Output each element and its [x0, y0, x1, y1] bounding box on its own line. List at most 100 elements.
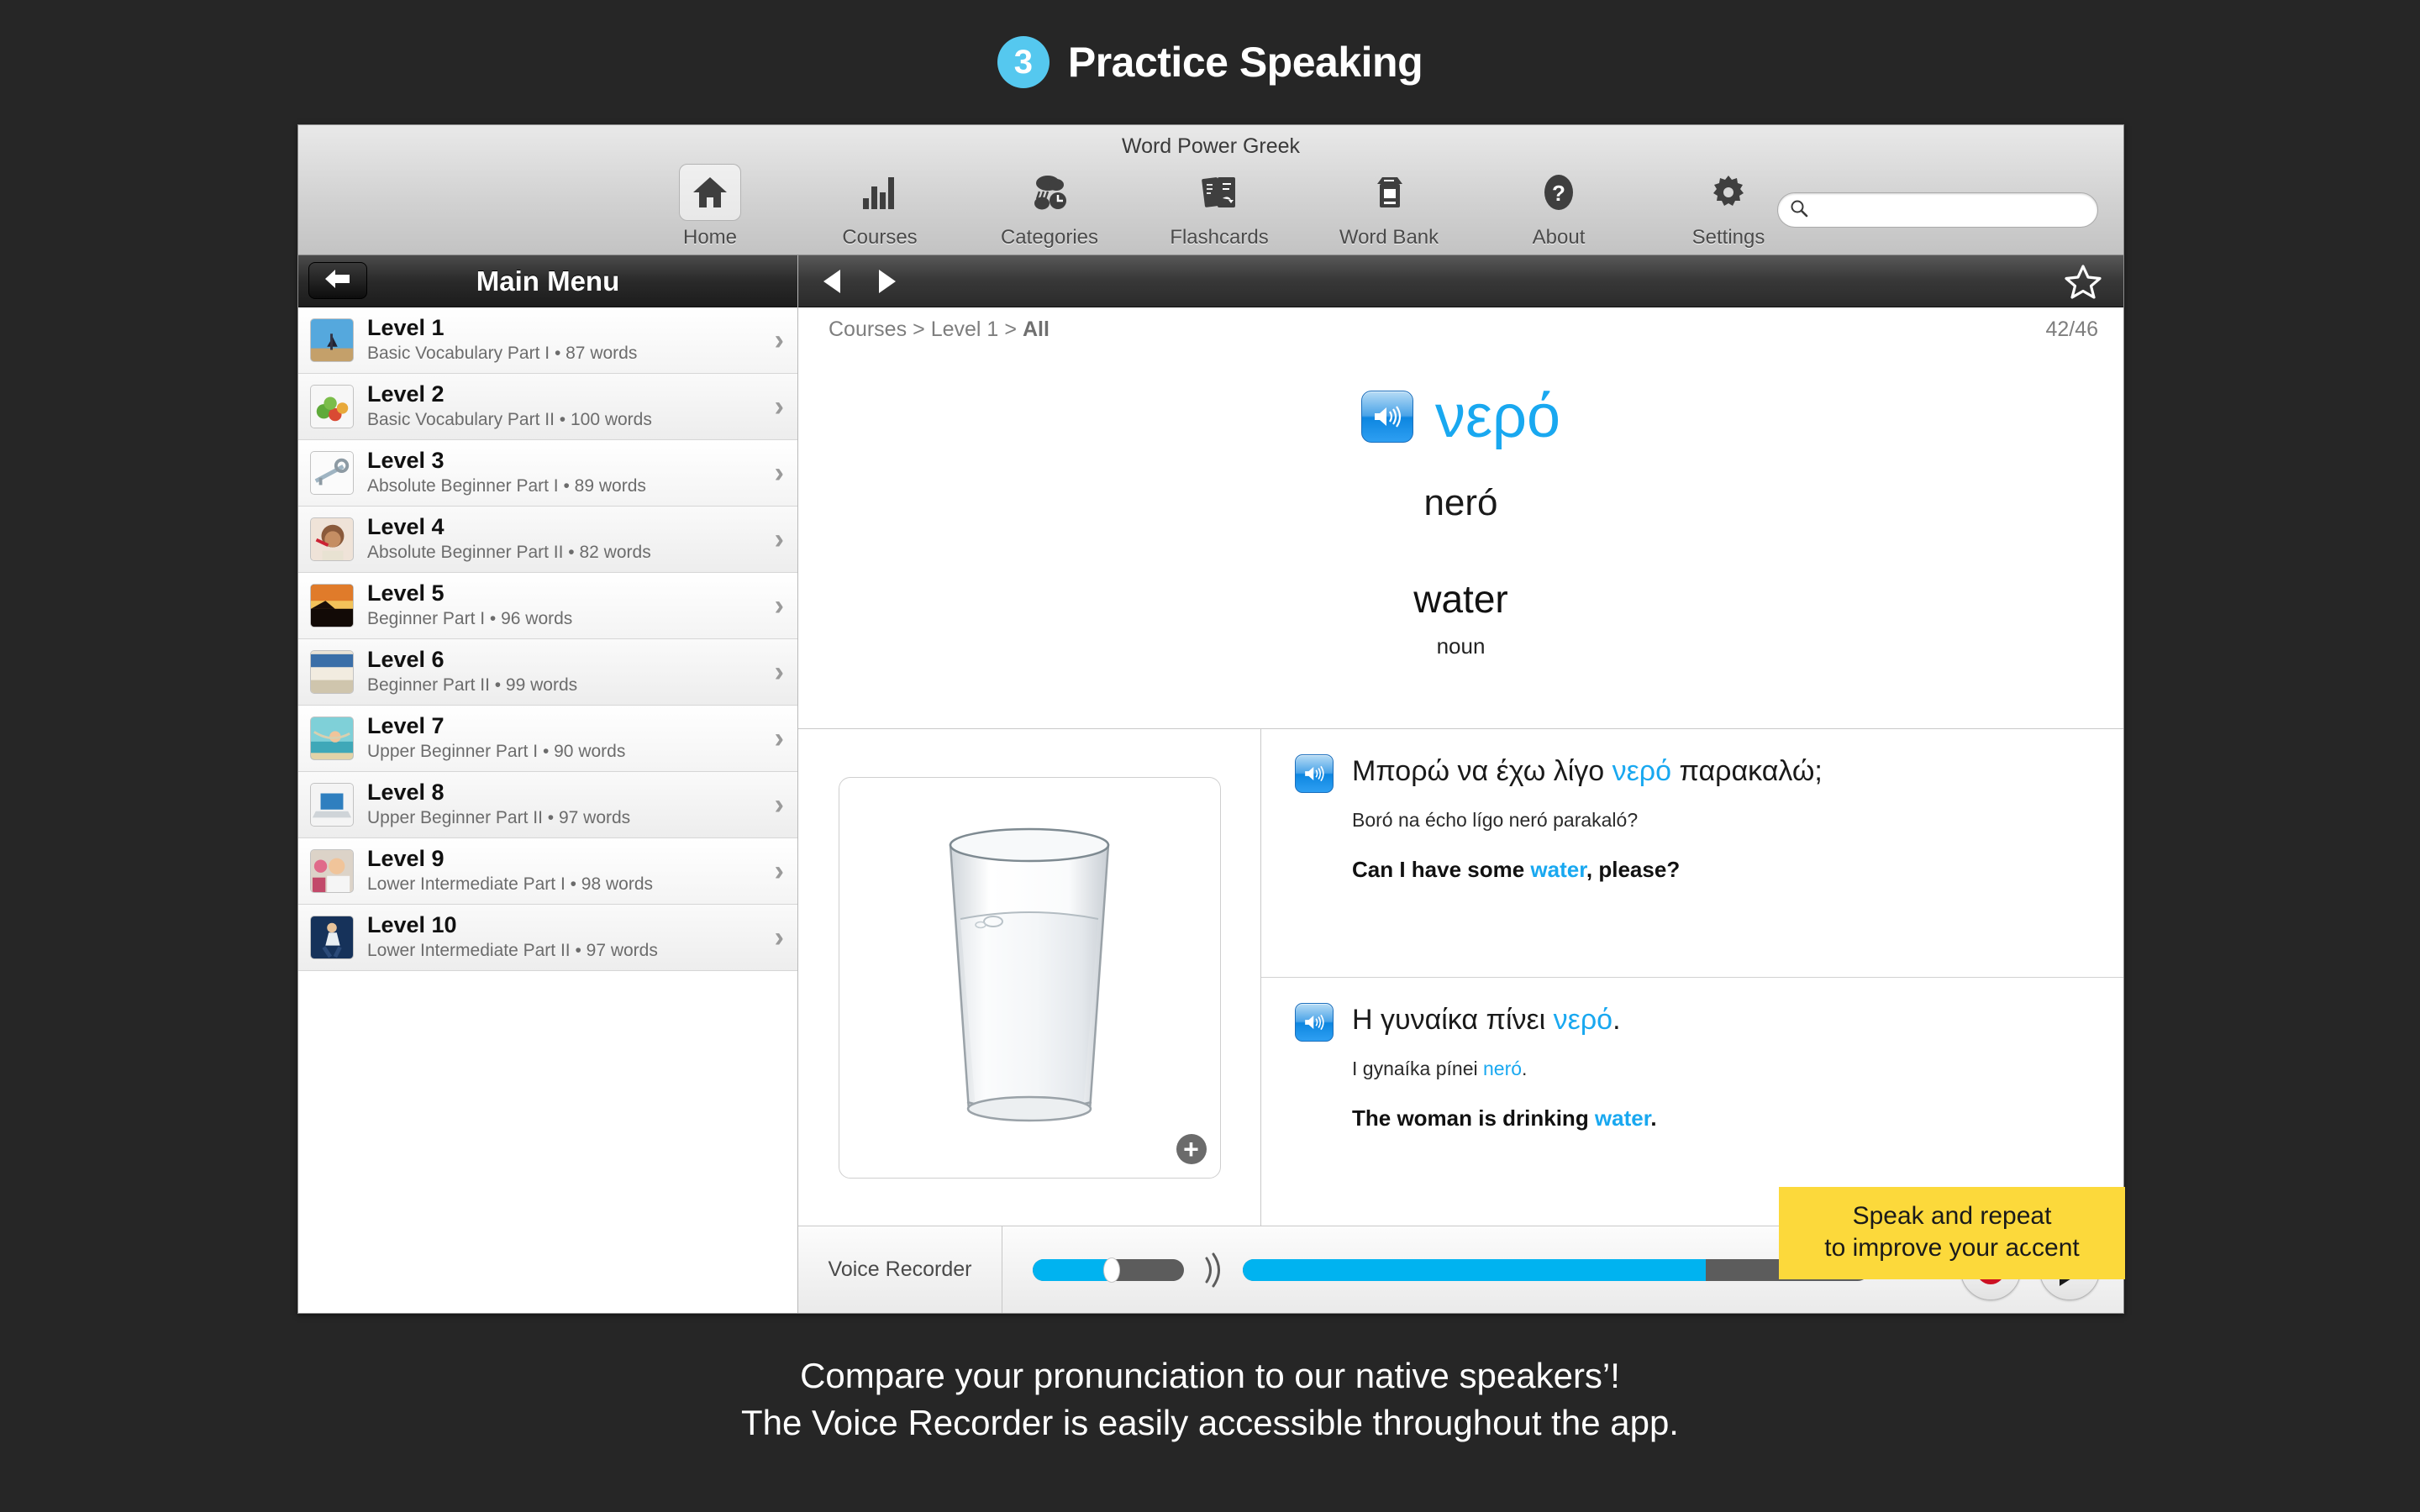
app-window: Word Power Greek Home Courses Categories…: [297, 124, 2125, 1314]
lower-region: + Μπορώ να έχω λίγο νερό παρακαλώ; Boró …: [798, 729, 2125, 1279]
star-outline-icon[interactable]: [2065, 264, 2102, 299]
search-input[interactable]: [1815, 199, 2086, 221]
level-subtitle: Basic Vocabulary Part I • 87 words: [367, 343, 638, 363]
back-arrow-icon: [324, 268, 352, 294]
volume-knob[interactable]: [1102, 1257, 1120, 1283]
breadcrumb: Courses > Level 1 > All 42/46: [798, 307, 2123, 351]
speaker-icon[interactable]: [1360, 391, 1413, 443]
breadcrumb-level[interactable]: Level 1: [931, 318, 999, 341]
toolbar-label-categories: Categories: [1000, 226, 1099, 249]
app-toolbar: Word Power Greek Home Courses Categories…: [298, 125, 2123, 255]
bottom-caption: Compare your pronunciation to our native…: [0, 1352, 2420, 1446]
toolbar-item-categories[interactable]: Categories: [991, 164, 1108, 249]
toolbar-item-settings[interactable]: Settings: [1670, 164, 1787, 249]
level-thumbnail: [310, 849, 354, 893]
back-button[interactable]: [308, 262, 367, 299]
sidebar-item-level-2[interactable]: Level 2 Basic Vocabulary Part II • 100 w…: [298, 374, 797, 440]
level-text: Level 10 Lower Intermediate Part II • 97…: [367, 912, 761, 962]
toolbar-item-flashcards[interactable]: Flashcards: [1160, 164, 1278, 249]
weather-icon: [1018, 164, 1081, 221]
toolbar-label-about: About: [1532, 226, 1586, 249]
speaker-icon[interactable]: [1295, 1003, 1334, 1042]
bar-chart-icon: [849, 164, 911, 221]
search-box[interactable]: [1777, 192, 2098, 228]
level-name: Level 4: [367, 514, 445, 540]
level-list: Level 1 Basic Vocabulary Part I • 87 wor…: [298, 307, 797, 1313]
volume-slider[interactable]: [1033, 1257, 1184, 1283]
sidebar-item-level-7[interactable]: Level 7 Upper Beginner Part I • 90 words…: [298, 706, 797, 772]
chevron-right-icon: ›: [774, 722, 784, 754]
playback-progress-slider[interactable]: [1243, 1258, 1869, 1281]
chevron-right-icon: ›: [774, 391, 784, 423]
chevron-right-icon: ›: [774, 457, 784, 489]
word-greek: νερό: [1434, 383, 1561, 450]
gear-icon: [1697, 164, 1760, 221]
word-image-frame[interactable]: +: [838, 776, 1221, 1179]
sidebar-item-level-3[interactable]: Level 3 Absolute Beginner Part I • 89 wo…: [298, 440, 797, 507]
breadcrumb-courses[interactable]: Courses: [829, 318, 907, 341]
sidebar-item-level-9[interactable]: Level 9 Lower Intermediate Part I • 98 w…: [298, 838, 797, 905]
sound-waves-icon: [1202, 1252, 1224, 1289]
example-sentences: Μπορώ να έχω λίγο νερό παρακαλώ; Boró na…: [1261, 729, 2125, 1279]
sentence-greek: Μπορώ να έχω λίγο νερό παρακαλώ;: [1352, 754, 2095, 789]
callout-tooltip: Speak and repeat to improve your accent: [1779, 1187, 2125, 1279]
example-sentence-2: Η γυναίκα πίνει νερό. I gynaíka pínei ne…: [1261, 977, 2125, 1279]
chevron-right-icon: ›: [774, 789, 784, 821]
plus-circle-icon[interactable]: +: [1176, 1133, 1207, 1164]
greek-pre: Μπορώ να έχω λίγο: [1352, 755, 1612, 787]
sentence-text: Μπορώ να έχω λίγο νερό παρακαλώ; Boró na…: [1352, 754, 2095, 977]
sentence-romanization: I gynaíka pínei neró.: [1352, 1058, 2095, 1080]
sidebar-item-level-6[interactable]: Level 6 Beginner Part II • 99 words ›: [298, 639, 797, 706]
sidebar-item-level-5[interactable]: Level 5 Beginner Part I • 96 words ›: [298, 573, 797, 639]
level-name: Level 2: [367, 381, 445, 407]
level-subtitle: Absolute Beginner Part I • 89 words: [367, 475, 646, 496]
speaker-icon[interactable]: [1295, 754, 1334, 793]
sidebar-item-level-8[interactable]: Level 8 Upper Beginner Part II • 97 word…: [298, 772, 797, 838]
svg-text:?: ?: [1552, 181, 1565, 206]
card-counter: 42/46: [2045, 317, 2098, 341]
word-bank-icon: [1358, 164, 1420, 221]
level-text: Level 2 Basic Vocabulary Part II • 100 w…: [367, 381, 761, 431]
sidebar-item-level-4[interactable]: Level 4 Absolute Beginner Part II • 82 w…: [298, 507, 797, 573]
toolbar-label-flashcards: Flashcards: [1170, 226, 1269, 249]
page-title: Practice Speaking: [1067, 39, 1423, 86]
sidebar-header: Main Menu: [298, 255, 797, 307]
breadcrumb-path: Courses > Level 1 > All: [829, 318, 1050, 342]
level-name: Level 5: [367, 580, 445, 606]
prev-arrow-icon[interactable]: [820, 268, 845, 295]
next-arrow-icon[interactable]: [874, 268, 899, 295]
caption-line-1: Compare your pronunciation to our native…: [800, 1356, 1620, 1395]
chevron-right-icon: ›: [774, 921, 784, 953]
english-post: .: [1650, 1105, 1657, 1131]
toolbar-item-word-bank[interactable]: Word Bank: [1330, 164, 1448, 249]
toolbar-item-about[interactable]: ? About: [1500, 164, 1618, 249]
level-name: Level 8: [367, 780, 445, 806]
level-name: Level 7: [367, 713, 445, 739]
level-name: Level 3: [367, 448, 445, 474]
word-part-of-speech: noun: [1436, 633, 1486, 659]
roman-highlight: neró: [1483, 1057, 1523, 1079]
window-title: Word Power Greek: [1121, 134, 1301, 158]
volume-fill: [1033, 1258, 1112, 1281]
image-column: +: [798, 729, 1261, 1226]
chevron-right-icon: ›: [774, 324, 784, 356]
level-thumbnail: [310, 318, 354, 362]
toolbar-label-home: Home: [682, 226, 738, 249]
english-highlight: water: [1594, 1105, 1651, 1131]
toolbar-item-courses[interactable]: Courses: [821, 164, 939, 249]
voice-recorder-label: Voice Recorder: [798, 1226, 1002, 1313]
sentence-romanization: Boró na écho lígo neró parakaló?: [1352, 808, 1639, 831]
house-icon: [679, 164, 741, 221]
sidebar-item-level-1[interactable]: Level 1 Basic Vocabulary Part I • 87 wor…: [298, 307, 797, 374]
level-text: Level 4 Absolute Beginner Part II • 82 w…: [367, 514, 761, 564]
chevron-right-icon: ›: [774, 523, 784, 555]
toolbar-item-home[interactable]: Home: [651, 164, 769, 249]
glass-of-water-image: [949, 827, 1110, 1121]
level-subtitle: Upper Beginner Part II • 97 words: [367, 807, 631, 827]
breadcrumb-separator: >: [913, 317, 925, 341]
roman-post: .: [1522, 1057, 1528, 1079]
level-thumbnail: [310, 385, 354, 428]
english-post: , please?: [1586, 856, 1681, 882]
level-thumbnail: [310, 584, 354, 627]
sidebar-item-level-10[interactable]: Level 10 Lower Intermediate Part II • 97…: [298, 905, 797, 971]
